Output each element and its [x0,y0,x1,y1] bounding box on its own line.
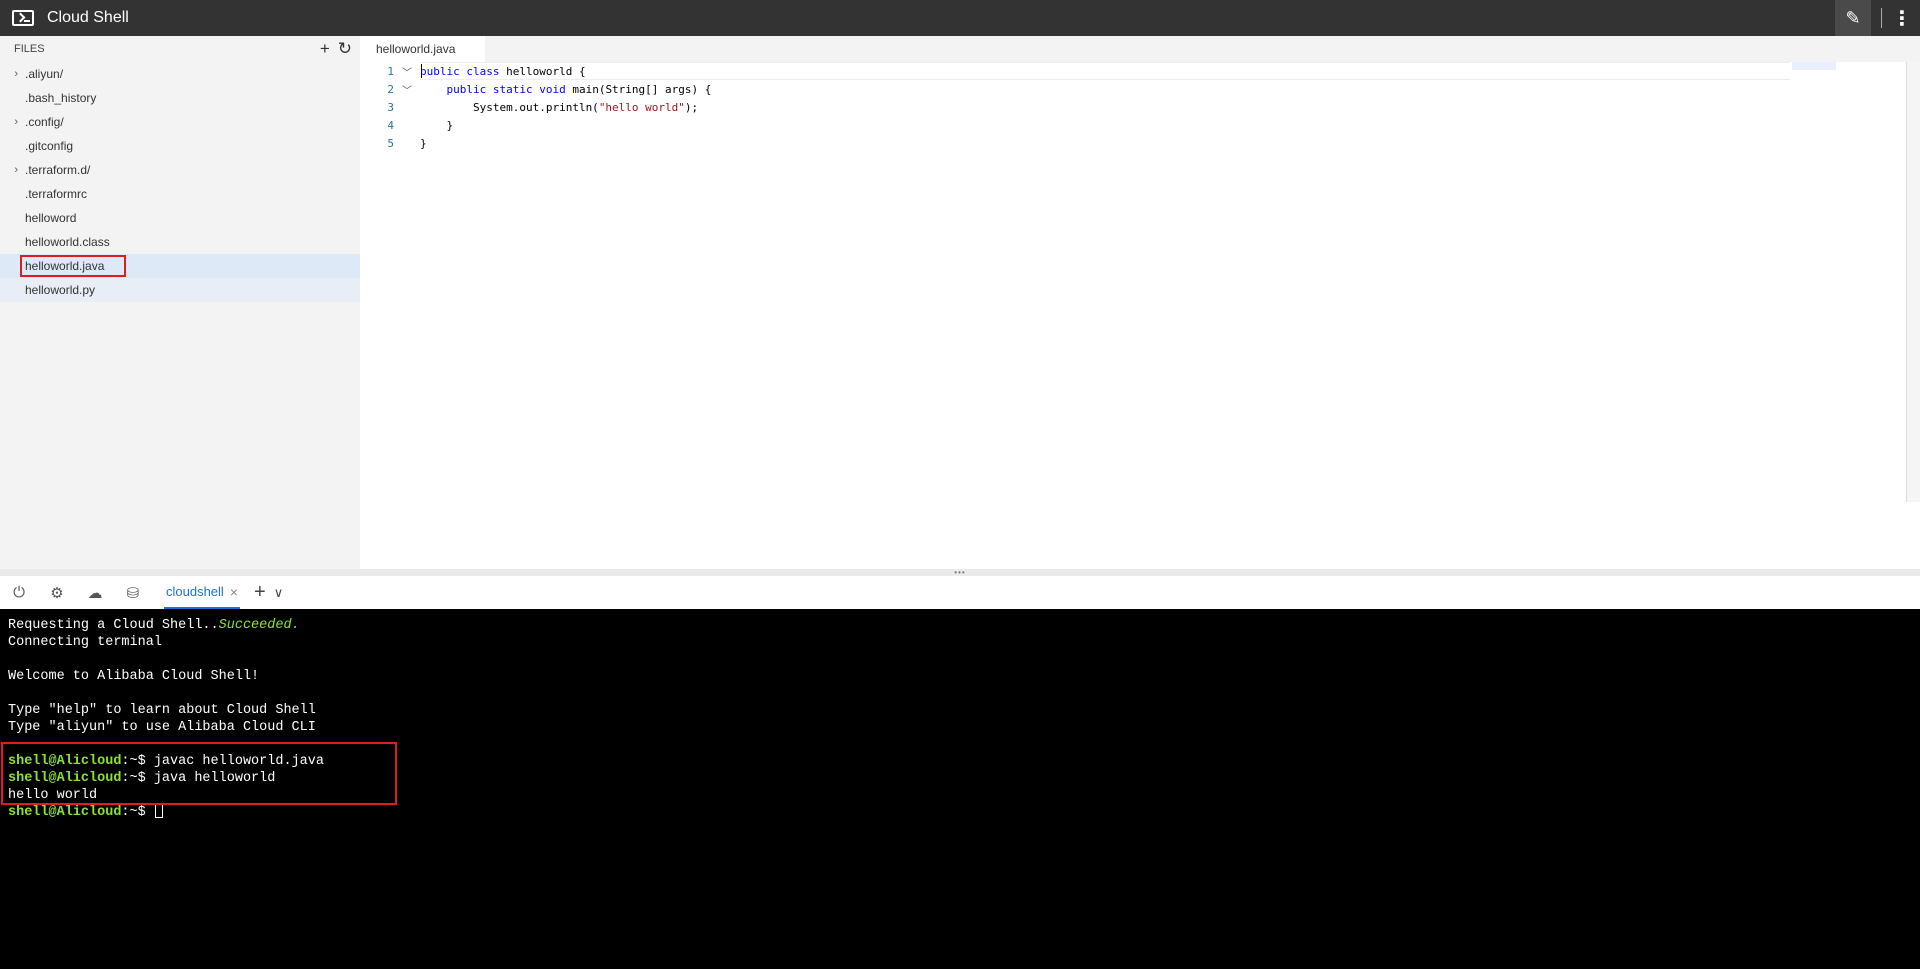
code-text: } [420,136,427,150]
code-line: 3 System.out.println("hello world"); [360,98,1920,116]
chevron-right-icon: › [14,164,18,176]
file-item[interactable]: helloworld.py [0,278,360,302]
chevron-down-icon[interactable]: ∨ [274,585,284,601]
title-bar: Cloud Shell ✎ ⋮ [0,0,1920,36]
code-line: 1 ﹀ public class helloworld { [360,62,1920,80]
add-terminal-button[interactable]: + [254,581,266,604]
tab-cloudshell[interactable]: cloudshell × [164,576,241,609]
text-cursor [421,64,422,78]
file-name: helloword [25,211,77,225]
code-text: System.out.println("hello world"); [420,100,699,114]
file-item[interactable]: helloworld.java [0,254,360,278]
highlight-box [1,742,397,805]
file-explorer-header: FILES + ↻ [0,36,360,62]
code-editor: helloworld.java 1 ﹀ public class hellowo… [360,36,1920,569]
file-item[interactable]: .gitconfig [0,134,360,158]
terminal-line: Connecting terminal [8,635,162,650]
file-name: .terraform.d/ [25,163,91,177]
toolbar-divider [1881,8,1882,28]
terminal-prompt-line: shell@Alicloud:~$ [0,804,1920,821]
gear-icon[interactable]: ⚙ [38,576,76,609]
tab-label: cloudshell [166,584,224,599]
fold-chevron-icon[interactable]: ﹀ [394,82,420,97]
file-item[interactable]: helloword [0,206,360,230]
edit-pen-button[interactable]: ✎ [1835,0,1871,36]
file-name: helloworld.class [25,235,110,249]
highlight-box [20,255,126,277]
editor-tab-helloworld-java[interactable]: helloworld.java [360,36,486,62]
title-bar-tools: ✎ ⋮ [1835,0,1920,36]
terminal-line: Type "aliyun" to use Alibaba Cloud CLI [8,720,316,735]
chevron-right-icon: › [14,116,18,128]
plus-icon[interactable]: + [320,39,330,59]
cloud-upload-icon[interactable]: ☁ [76,576,114,609]
code-area[interactable]: 1 ﹀ public class helloworld { 2 ﹀ public… [360,62,1920,569]
terminal-cursor [154,804,163,819]
line-number: 3 [387,100,394,114]
file-name: .gitconfig [25,139,74,153]
code-text: public static void main(String[] args) { [420,82,712,96]
files-title: FILES [14,43,45,55]
line-number: 5 [387,136,394,150]
chevron-right-icon: › [14,68,18,80]
file-name: .terraformrc [25,187,88,201]
file-explorer: FILES + ↻ › .aliyun/ .bash_history › .config… [0,36,360,569]
line-number: 4 [387,118,394,132]
storage-icon[interactable]: ⛁ [114,576,152,609]
line-number: 2 [387,82,394,96]
more-options-button[interactable]: ⋮ [1892,0,1912,36]
file-item[interactable]: › .aliyun/ [0,62,360,86]
terminal-line: Welcome to Alibaba Cloud Shell! [8,669,260,684]
code-line: 2 ﹀ public static void main(String[] arg… [360,80,1920,98]
file-item[interactable]: helloworld.class [0,230,360,254]
fold-chevron-icon[interactable]: ﹀ [394,64,420,79]
code-line: 4 } [360,116,1920,134]
file-item[interactable]: › .config/ [0,110,360,134]
vertical-dots-icon: ⋮ [1892,7,1912,30]
file-name: .bash_history [25,91,97,105]
terminal-line: Type "help" to learn about Cloud Shell [8,703,316,718]
terminal-toolbar: ⏻ ⚙ ☁ ⛁ cloudshell × + ∨ [0,576,1920,609]
file-item[interactable]: › .terraform.d/ [0,158,360,182]
current-line-highlight [420,62,1790,80]
refresh-icon[interactable]: ↻ [338,39,352,59]
file-name: .config/ [25,115,64,129]
file-list: › .aliyun/ .bash_history › .config/ .gitconfi… [0,62,360,302]
file-name: helloworld.py [25,283,96,297]
app-title: Cloud Shell [47,9,129,26]
file-item[interactable]: .bash_history [0,86,360,110]
terminal-icon [12,10,34,26]
code-line: 5 } [360,134,1920,152]
power-icon[interactable]: ⏻ [0,576,38,609]
close-icon[interactable]: × [230,584,238,600]
terminal[interactable]: Requesting a Cloud Shell..Succeeded. Con… [0,609,1920,969]
editor-tabs: helloworld.java [360,36,1920,62]
file-item[interactable]: .terraformrc [0,182,360,206]
panel-splitter[interactable]: ••• [0,568,1920,577]
minimap[interactable] [1792,62,1836,70]
pen-icon: ✎ [1845,7,1861,28]
line-number: 1 [387,64,394,78]
terminal-line: Requesting a Cloud Shell..Succeeded. [8,618,300,633]
file-name: .aliyun/ [25,67,64,81]
editor-scrollbar[interactable] [1906,62,1920,502]
code-text: } [420,118,454,132]
